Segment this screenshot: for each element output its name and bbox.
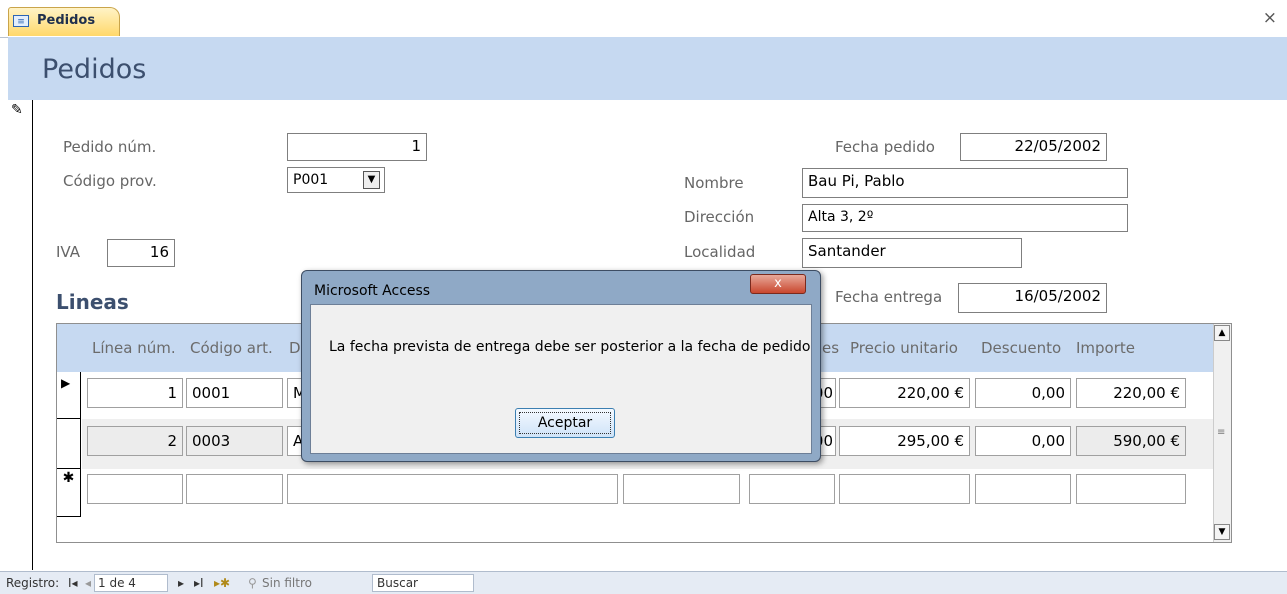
- cell-codigo-new[interactable]: [186, 474, 283, 504]
- fecha-pedido-label: Fecha pedido: [835, 138, 935, 156]
- dialog-message: La fecha prevista de entrega debe ser po…: [329, 339, 811, 355]
- col-importe: Importe: [1076, 339, 1136, 357]
- localidad-label: Localidad: [684, 243, 756, 261]
- pedido-num-label: Pedido núm.: [63, 138, 157, 156]
- cell-cantidad-new[interactable]: [623, 474, 740, 504]
- cell-importe[interactable]: 220,00 €: [1076, 378, 1186, 408]
- cell-descuento-new[interactable]: [975, 474, 1071, 504]
- col-linea-num: Línea núm.: [92, 339, 176, 357]
- dialog-body: La fecha prevista de entrega debe ser po…: [310, 304, 812, 454]
- next-record-icon[interactable]: ▸: [178, 576, 184, 590]
- first-record-icon[interactable]: I◂: [68, 576, 78, 590]
- prev-record-icon[interactable]: ◂: [85, 576, 91, 590]
- fecha-entrega-field[interactable]: 16/05/2002: [958, 283, 1107, 313]
- direccion-label: Dirección: [684, 208, 755, 226]
- scroll-down-icon[interactable]: ▼: [1214, 524, 1230, 540]
- nombre-label: Nombre: [684, 174, 744, 192]
- cell-descripcion-new[interactable]: [287, 474, 618, 504]
- cell-precio[interactable]: 295,00 €: [839, 426, 970, 456]
- col-descripcion: D: [289, 339, 301, 357]
- cell-unidades-new[interactable]: [749, 474, 835, 504]
- row-selector-current-icon[interactable]: ▶: [57, 372, 81, 419]
- pencil-icon: ✎: [11, 102, 23, 118]
- col-precio-unitario: Precio unitario: [850, 339, 958, 357]
- dialog-close-icon[interactable]: x: [750, 274, 806, 294]
- cell-importe[interactable]: 590,00 €: [1076, 426, 1186, 456]
- document-tab-bar: [0, 0, 1287, 38]
- cell-linea[interactable]: 2: [87, 426, 183, 456]
- fecha-pedido-field[interactable]: 22/05/2002: [960, 133, 1107, 161]
- scroll-up-icon[interactable]: ▲: [1214, 325, 1230, 341]
- fecha-entrega-label: Fecha entrega: [835, 288, 943, 306]
- filter-status[interactable]: Sin filtro: [262, 576, 312, 590]
- ok-button[interactable]: Aceptar: [515, 408, 615, 438]
- cell-descuento[interactable]: 0,00: [975, 426, 1071, 456]
- cell-descuento[interactable]: 0,00: [975, 378, 1071, 408]
- cell-linea[interactable]: 1: [87, 378, 183, 408]
- new-record-icon[interactable]: ✱: [57, 469, 81, 517]
- form-icon: ≡: [13, 15, 29, 27]
- last-record-icon[interactable]: ▸I: [194, 576, 204, 590]
- col-unidades: es: [822, 339, 840, 357]
- tab-label: Pedidos: [37, 13, 96, 28]
- cell-codigo[interactable]: 0003: [186, 426, 283, 456]
- cell-importe-new[interactable]: [1076, 474, 1186, 504]
- dialog-title: Microsoft Access: [314, 283, 431, 299]
- close-tab-icon[interactable]: ×: [1263, 8, 1277, 28]
- lineas-title: Lineas: [56, 290, 129, 314]
- nombre-field[interactable]: Bau Pi, Pablo: [802, 168, 1128, 198]
- iva-label: IVA: [56, 243, 80, 261]
- search-input[interactable]: Buscar: [372, 574, 474, 592]
- form-header: [8, 37, 1287, 100]
- cell-linea-new[interactable]: [87, 474, 183, 504]
- cell-precio[interactable]: 220,00 €: [839, 378, 970, 408]
- direccion-field[interactable]: Alta 3, 2º: [802, 204, 1128, 232]
- record-selector[interactable]: [8, 100, 33, 570]
- localidad-field[interactable]: Santander: [802, 238, 1022, 268]
- tab-pedidos[interactable]: ≡ Pedidos: [8, 7, 120, 36]
- new-record-nav-icon[interactable]: ▸✱: [214, 576, 230, 590]
- filter-icon: ⚲: [248, 576, 257, 590]
- cell-codigo[interactable]: 0001: [186, 378, 283, 408]
- record-navigation-bar: Registro: I◂ ◂ 1 de 4 ▸ ▸I ▸✱ ⚲ Sin filt…: [0, 571, 1287, 594]
- chevron-down-icon[interactable]: ▼: [363, 171, 380, 189]
- iva-field[interactable]: 16: [107, 239, 175, 267]
- record-position-field[interactable]: 1 de 4: [94, 574, 168, 592]
- cell-precio-new[interactable]: [839, 474, 970, 504]
- subform-scrollbar[interactable]: ▲ ≡ ▼: [1213, 324, 1231, 542]
- page-title: Pedidos: [42, 54, 147, 85]
- col-descuento: Descuento: [981, 339, 1062, 357]
- codigo-prov-label: Código prov.: [63, 172, 157, 190]
- scroll-grip-icon[interactable]: ≡: [1217, 427, 1225, 438]
- col-codigo-art: Código art.: [190, 339, 273, 357]
- row-selector[interactable]: [57, 419, 81, 469]
- pedido-num-field[interactable]: 1: [287, 133, 427, 161]
- registro-label: Registro:: [6, 576, 60, 590]
- message-dialog: Microsoft Access x La fecha prevista de …: [301, 270, 821, 462]
